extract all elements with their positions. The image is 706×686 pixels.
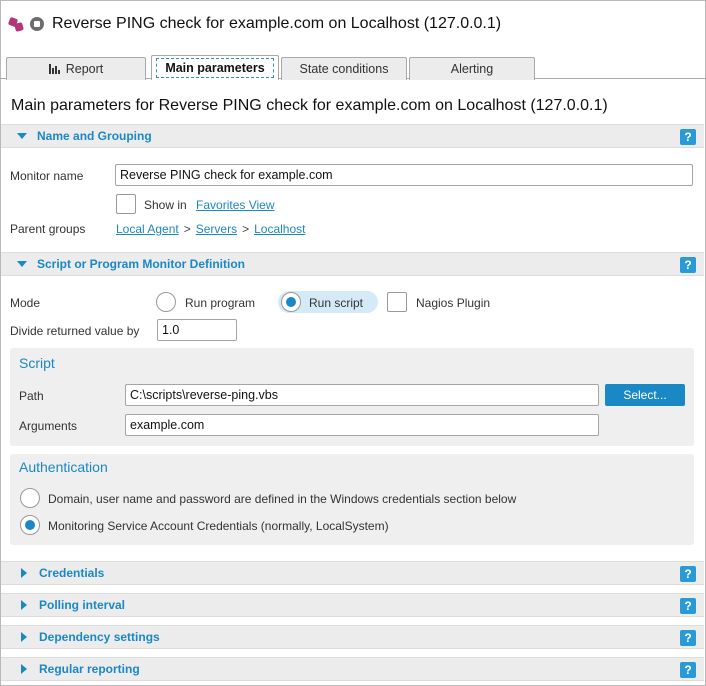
breadcrumb-localhost[interactable]: Localhost	[254, 222, 305, 236]
section-dependency-settings[interactable]: Dependency settings ?	[1, 625, 704, 649]
section-polling-interval[interactable]: Polling interval ?	[1, 593, 704, 617]
breadcrumb-local-agent[interactable]: Local Agent	[116, 222, 179, 236]
chevron-right-icon	[21, 664, 27, 674]
mode-label: Mode	[10, 296, 41, 310]
divide-value-label: Divide returned value by	[10, 324, 140, 338]
select-script-button[interactable]: Select...	[605, 384, 685, 406]
chevron-down-icon	[17, 133, 27, 139]
tab-alerting[interactable]: Alerting	[409, 57, 535, 80]
monitor-name-input[interactable]	[115, 164, 693, 186]
section-title: Regular reporting	[39, 662, 140, 676]
path-input[interactable]	[125, 384, 599, 406]
help-icon[interactable]: ?	[680, 257, 696, 273]
section-title: Dependency settings	[39, 630, 160, 644]
help-icon[interactable]: ?	[680, 566, 696, 582]
parent-groups-label: Parent groups	[10, 222, 86, 236]
bar-chart-icon	[48, 64, 60, 74]
chevron-right-icon	[21, 568, 27, 578]
help-icon[interactable]: ?	[680, 662, 696, 678]
help-icon[interactable]: ?	[680, 630, 696, 646]
script-panel: Script Path Select... Arguments	[10, 348, 694, 446]
page-heading: Main parameters for Reverse PING check f…	[11, 97, 608, 114]
tab-alerting-label: Alerting	[450, 62, 494, 76]
path-label: Path	[19, 389, 44, 403]
breadcrumb-servers[interactable]: Servers	[196, 222, 237, 236]
section-title: Credentials	[39, 566, 105, 580]
divide-value-input[interactable]	[157, 319, 237, 341]
authentication-panel-title: Authentication	[19, 459, 108, 475]
section-title: Script or Program Monitor Definition	[37, 257, 246, 271]
chevron-down-icon	[17, 261, 27, 267]
section-title: Polling interval	[39, 598, 126, 612]
auth-windows-credentials-radio[interactable]	[20, 488, 40, 508]
script-panel-title: Script	[19, 355, 55, 371]
title-bar: Reverse PING check for example.com on Lo…	[7, 12, 502, 36]
arguments-input[interactable]	[125, 414, 599, 436]
breadcrumb: Local Agent > Servers > Localhost	[116, 222, 305, 236]
auth-service-account-label: Monitoring Service Account Credentials (…	[48, 519, 389, 533]
monitor-name-label: Monitor name	[10, 169, 84, 183]
help-icon[interactable]: ?	[680, 598, 696, 614]
section-name-grouping[interactable]: Name and Grouping ?	[1, 124, 704, 148]
auth-service-account-radio[interactable]	[20, 515, 40, 535]
mode-run-program-radio[interactable]	[156, 292, 176, 312]
favorites-view-link[interactable]: Favorites View	[196, 198, 274, 212]
tab-state-conditions-label: State conditions	[299, 62, 389, 76]
authentication-panel: Authentication Domain, user name and pas…	[10, 454, 694, 545]
nagios-plugin-checkbox[interactable]	[387, 292, 407, 312]
auth-windows-credentials-label: Domain, user name and password are defin…	[48, 492, 517, 506]
chevron-right-icon	[21, 632, 27, 642]
help-icon[interactable]: ?	[680, 129, 696, 145]
tab-bar: Report Main parameters State conditions …	[0, 55, 706, 80]
show-in-favorites-checkbox[interactable]	[116, 194, 136, 214]
show-in-text: Show in Favorites View	[144, 198, 275, 212]
chevron-right-icon	[21, 600, 27, 610]
tab-report[interactable]: Report	[6, 57, 146, 80]
arguments-label: Arguments	[19, 419, 78, 433]
mode-run-program-label: Run program	[185, 296, 256, 310]
status-unknown-icon	[30, 17, 44, 31]
tab-main-parameters-label: Main parameters	[156, 58, 274, 78]
show-in-label: Show in	[144, 198, 187, 212]
breadcrumb-separator: >	[242, 222, 250, 236]
mode-run-script-label: Run script	[309, 296, 364, 310]
breadcrumb-separator: >	[183, 222, 191, 236]
window-title: Reverse PING check for example.com on Lo…	[52, 15, 502, 32]
section-credentials[interactable]: Credentials ?	[1, 561, 704, 585]
mode-run-script-radio[interactable]	[281, 292, 301, 312]
section-monitor-definition[interactable]: Script or Program Monitor Definition ?	[1, 252, 704, 276]
tab-main-parameters[interactable]: Main parameters	[151, 55, 279, 80]
section-title: Name and Grouping	[37, 129, 152, 143]
puzzle-icon	[7, 16, 24, 32]
nagios-plugin-label: Nagios Plugin	[416, 296, 491, 310]
section-regular-reporting[interactable]: Regular reporting ?	[1, 657, 704, 681]
tab-state-conditions[interactable]: State conditions	[281, 57, 407, 80]
tab-report-label: Report	[65, 62, 104, 76]
